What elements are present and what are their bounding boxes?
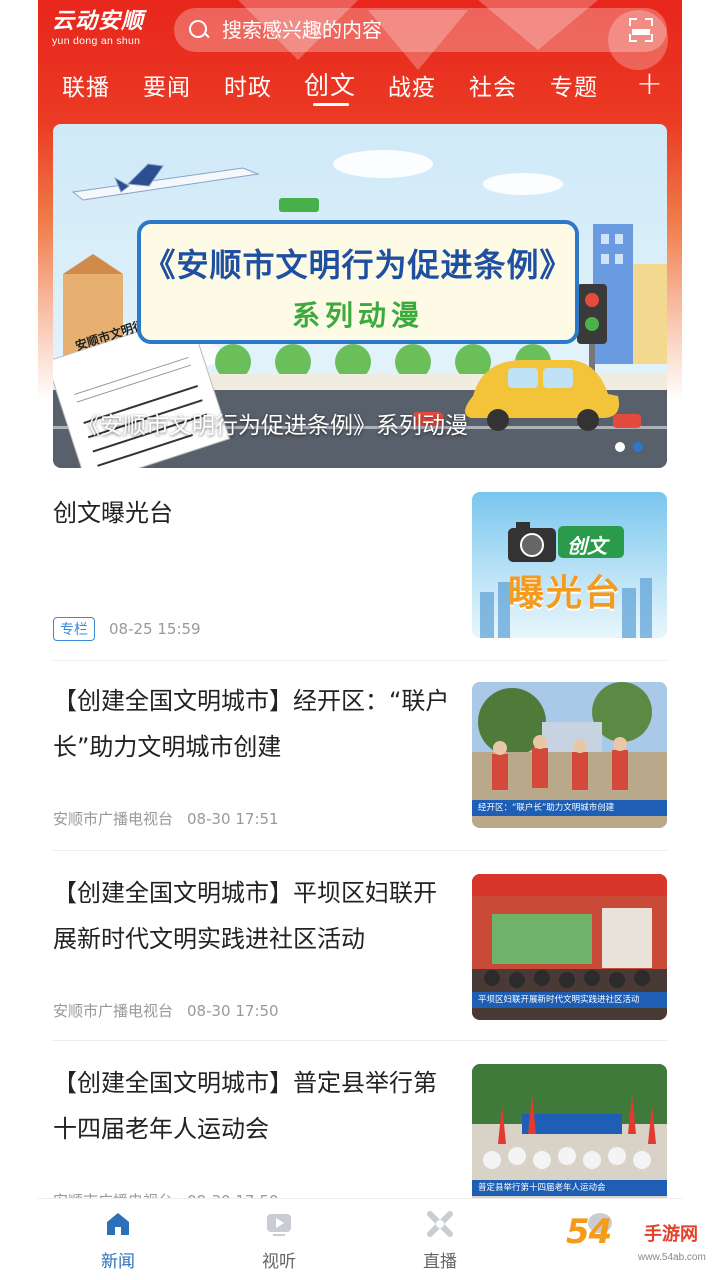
- nav-label-live: 直播: [423, 1252, 457, 1272]
- item-thumbnail: 普定县举行第十四届老年人运动会: [472, 1064, 667, 1210]
- nav-label-news: 新闻: [101, 1252, 135, 1272]
- right-gutter: [682, 0, 720, 1280]
- tab-chuangwen[interactable]: 创文: [304, 66, 356, 102]
- tab-lianbo[interactable]: 联播: [62, 68, 110, 102]
- column-badge: 专栏: [53, 617, 95, 641]
- thumb-caption: 普定县举行第十四届老年人运动会: [478, 1183, 606, 1193]
- carousel-dot[interactable]: [615, 442, 625, 452]
- item-title: 【创建全国文明城市】普定县举行第十四届老年人运动会: [53, 1069, 437, 1143]
- tab-yaowen[interactable]: 要闻: [143, 68, 191, 102]
- item-time: 08-30 17:50: [187, 1001, 279, 1020]
- list-item[interactable]: 【创建全国文明城市】普定县举行第十四届老年人运动会 安顺市广播电视台 08-30…: [38, 1050, 682, 1210]
- tab-shizheng[interactable]: 时政: [224, 68, 272, 102]
- item-time: 08-30 17:51: [187, 809, 279, 828]
- item-thumbnail: 平坝区妇联开展新时代文明实践进社区活动: [472, 874, 667, 1020]
- logo-chinese: 云动安顺: [52, 8, 145, 34]
- list-item[interactable]: 创文曝光台 专栏 08-25 15:59 创文 曝光台: [38, 480, 682, 660]
- item-thumbnail: 经开区：“联户长”助力文明城市创建: [472, 682, 667, 828]
- tab-zhanyi[interactable]: 战疫: [388, 68, 436, 102]
- watermark-text: 手游网: [644, 1224, 698, 1245]
- site-watermark: 54 手游网 www.54ab.com: [566, 1212, 720, 1280]
- item-meta: 安顺市广播电视台 08-30 17:51: [53, 808, 279, 829]
- channel-tabs: 联播 要闻 时政 创文 战疫 社会 专题 +: [38, 62, 682, 112]
- home-icon: [103, 1209, 133, 1239]
- banner-title-box: 《安顺市文明行为促进条例》 系列动漫: [137, 220, 579, 344]
- thumb-caption: 经开区：“联户长”助力文明城市创建: [478, 803, 615, 813]
- list-item[interactable]: 【创建全国文明城市】经开区：“联户长”助力文明城市创建 安顺市广播电视台 08-…: [38, 670, 682, 850]
- live-icon: [425, 1209, 455, 1239]
- watermark-url: www.54ab.com: [638, 1252, 706, 1263]
- logo-pinyin: yun dong an shun: [52, 35, 141, 47]
- app-logo[interactable]: 云动安顺 yun dong an shun: [52, 8, 156, 56]
- nav-item-video[interactable]: 视听: [239, 1209, 319, 1272]
- search-icon: [188, 19, 210, 41]
- banner-title: 《安顺市文明行为促进条例》: [143, 246, 573, 284]
- tab-zhuanti[interactable]: 专题: [550, 68, 598, 102]
- divider: [53, 1040, 667, 1041]
- thumb-text-chuangwen: 创文: [567, 534, 607, 558]
- item-title: 【创建全国文明城市】平坝区妇联开展新时代文明实践进社区活动: [53, 879, 437, 953]
- nav-label-video: 视听: [262, 1252, 296, 1272]
- active-tab-indicator: [313, 103, 349, 106]
- search-bar[interactable]: [174, 8, 667, 52]
- nav-item-news[interactable]: 新闻: [78, 1209, 158, 1272]
- item-source: 安顺市广播电视台: [53, 810, 174, 828]
- item-thumbnail: 创文 曝光台: [472, 492, 667, 638]
- item-source: 安顺市广播电视台: [53, 1002, 174, 1020]
- thumb-caption: 平坝区妇联开展新时代文明实践进社区活动: [478, 995, 640, 1005]
- item-meta: 专栏 08-25 15:59: [53, 617, 201, 641]
- banner-caption: 《安顺市文明行为促进条例》系列动漫: [77, 413, 468, 439]
- plus-icon[interactable]: +: [636, 64, 663, 102]
- item-time: 08-25 15:59: [109, 620, 201, 638]
- left-gutter: [0, 0, 38, 1280]
- divider: [53, 850, 667, 851]
- list-item[interactable]: 【创建全国文明城市】平坝区妇联开展新时代文明实践进社区活动 安顺市广播电视台 0…: [38, 860, 682, 1040]
- scan-icon[interactable]: [629, 18, 653, 42]
- banner-subtitle: 系列动漫: [291, 299, 424, 332]
- thumb-text-baoguangtai: 曝光台: [508, 573, 623, 614]
- video-icon: [264, 1209, 294, 1239]
- item-title: 【创建全国文明城市】经开区：“联户长”助力文明城市创建: [53, 687, 450, 761]
- divider: [53, 660, 667, 661]
- nav-item-live[interactable]: 直播: [400, 1209, 480, 1272]
- app-screen: 云动安顺 yun dong an shun 联播 要闻 时政 创文 战疫 社会 …: [38, 0, 682, 1280]
- search-input[interactable]: [222, 18, 582, 42]
- top-bar: 云动安顺 yun dong an shun: [38, 0, 682, 62]
- carousel-dots: [615, 442, 643, 452]
- item-title: 创文曝光台: [53, 499, 173, 527]
- item-meta: 安顺市广播电视台 08-30 17:50: [53, 1000, 279, 1021]
- banner-carousel[interactable]: 安顺市文明行为促进条例 《安顺市文明行为促进条例》 系列动漫 《安顺市文明行为促…: [53, 124, 667, 468]
- tab-shehui[interactable]: 社会: [469, 68, 517, 102]
- carousel-dot-active[interactable]: [633, 442, 643, 452]
- watermark-number: 54: [566, 1212, 612, 1252]
